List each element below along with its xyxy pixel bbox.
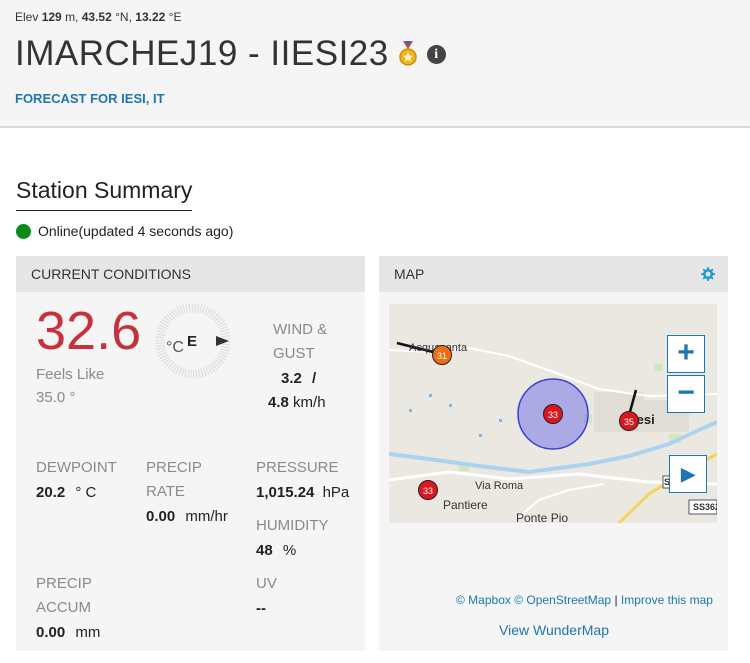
wind-direction: E	[187, 333, 198, 350]
precip-accum-row: 0.00 mm	[36, 624, 100, 641]
online-status-dot-icon	[16, 223, 31, 239]
precip-accum-label-line2: ACCUM	[36, 599, 91, 616]
precip-accum-label: PRECIP ACCUM	[36, 572, 92, 620]
current-conditions-header: CURRENT CONDITIONS	[16, 256, 365, 292]
pressure-value: 1,015.24	[256, 484, 315, 501]
precip-rate-unit: mm/hr	[185, 508, 228, 525]
feels-like-label: Feels Like	[36, 366, 105, 383]
map-label-ponte-pio: Ponte Pio	[516, 511, 569, 523]
map-header-label: MAP	[394, 266, 425, 282]
precip-rate-value: 0.00	[146, 508, 176, 525]
zoom-in-button[interactable]: +	[667, 335, 705, 373]
map-canvas[interactable]: Acquasanta Iesi Via Roma Pantiere Ponte …	[389, 304, 717, 523]
elev-label: Elev	[15, 10, 39, 24]
map-panel: MAP Iesi Via Roma Pantiere Ponte Pio SS3…	[379, 256, 728, 651]
station-marker[interactable]: 33	[543, 404, 563, 424]
info-icon[interactable]: i	[426, 44, 446, 64]
humidity-value: 48	[256, 542, 273, 559]
pressure-label: PRESSURE	[256, 459, 339, 476]
online-status-text: Online(updated 4 seconds ago)	[38, 223, 234, 239]
pressure-unit: hPa	[322, 484, 350, 501]
elevation-coordinates: Elev 129 m, 43.52 °N, 13.22 °E	[15, 10, 181, 24]
precip-accum-unit: mm	[75, 624, 101, 641]
attribution-separator: |	[614, 593, 618, 607]
wind-label-line2: GUST	[273, 345, 315, 362]
precip-rate-label: PRECIP RATE	[146, 456, 202, 504]
station-header: Elev 129 m, 43.52 °N, 13.22 °E IMARCHEJ1…	[0, 0, 750, 128]
lon-unit: °E	[168, 10, 182, 24]
precip-accum-label-line1: PRECIP	[36, 575, 92, 592]
wind-speed-row: 3.2 /	[281, 370, 316, 387]
humidity-label: HUMIDITY	[256, 517, 329, 534]
mapbox-link[interactable]: © Mapbox	[456, 593, 511, 607]
humidity-unit: %	[282, 542, 297, 559]
uv-label: UV	[256, 575, 277, 592]
temperature-value: 32.6	[36, 301, 142, 361]
uv-value: --	[256, 600, 266, 617]
precip-accum-value: 0.00	[36, 624, 66, 641]
station-marker-value: 31	[436, 351, 447, 361]
osm-link[interactable]: © OpenStreetMap	[514, 593, 611, 607]
humidity-row: 48 %	[256, 542, 296, 559]
station-marker-value: 33	[422, 486, 433, 496]
lat-value: 43.52	[81, 10, 112, 24]
temperature-unit: °C	[166, 339, 184, 356]
map-label-pantiere: Pantiere	[443, 498, 488, 512]
forecast-link[interactable]: FORECAST FOR IESI, IT	[15, 91, 165, 106]
wind-speed-value: 3.2	[281, 370, 302, 387]
feels-like-value: 35.0 °	[36, 389, 76, 406]
gust-speed-row: 4.8 km/h	[268, 394, 326, 411]
station-title: IMARCHEJ19 - IIESI23	[15, 34, 389, 73]
wind-label-line1: WIND &	[273, 321, 328, 338]
title-row: IMARCHEJ19 - IIESI23 i	[15, 34, 446, 74]
map-label-road-code: SS362	[693, 502, 717, 512]
precip-rate-label-line1: PRECIP	[146, 459, 202, 476]
zoom-out-button[interactable]: −	[667, 375, 705, 413]
station-summary-title: Station Summary	[16, 177, 193, 211]
medal-icon[interactable]	[398, 41, 417, 67]
map-header: MAP	[379, 256, 728, 292]
wind-compass: °C E	[154, 302, 232, 380]
online-status: Online(updated 4 seconds ago)	[16, 223, 233, 239]
elev-value: 129	[41, 10, 62, 24]
improve-map-link[interactable]: Improve this map	[621, 593, 713, 607]
play-button[interactable]: ▶	[669, 455, 707, 493]
station-marker[interactable]: 35	[619, 411, 639, 431]
gust-speed-value: 4.8	[268, 394, 289, 411]
wind-separator: /	[312, 370, 317, 387]
dewpoint-value: 20.2	[36, 484, 66, 501]
station-marker[interactable]: 33	[418, 480, 438, 500]
precip-rate-row: 0.00 mm/hr	[146, 508, 228, 525]
station-marker[interactable]: 31	[432, 345, 452, 365]
wind-unit: km/h	[293, 394, 326, 411]
precip-rate-label-line2: RATE	[146, 483, 185, 500]
gear-icon[interactable]	[700, 266, 716, 282]
lon-value: 13.22	[135, 10, 166, 24]
map-label-via-roma: Via Roma	[475, 480, 524, 492]
map-attribution: © Mapbox © OpenStreetMap | Improve this …	[456, 593, 713, 607]
dewpoint-row: 20.2 ° C	[36, 484, 96, 501]
dewpoint-label: DEWPOINT	[36, 459, 117, 476]
lat-unit: °N,	[115, 10, 132, 24]
station-marker-value: 33	[547, 410, 558, 420]
view-wundermap-link[interactable]: View WunderMap	[499, 622, 609, 638]
station-marker-value: 35	[623, 417, 634, 427]
dewpoint-unit: ° C	[75, 484, 97, 501]
wind-gust-label: WIND & GUST	[273, 318, 327, 366]
pressure-row: 1,015.24 hPa	[256, 484, 349, 501]
uv-value-text: --	[256, 600, 266, 617]
current-conditions-panel: CURRENT CONDITIONS 32.6 Feels Like 35.0 …	[16, 256, 365, 651]
elev-unit: m,	[65, 10, 79, 24]
